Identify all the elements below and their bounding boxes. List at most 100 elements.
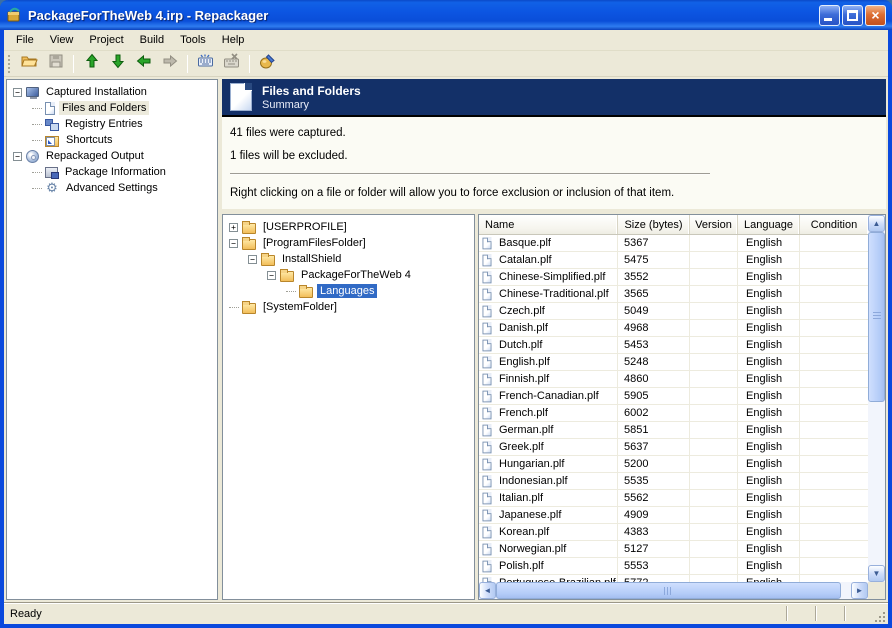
toolbar-separator: [187, 55, 188, 73]
file-icon: [483, 390, 492, 402]
collapse-icon[interactable]: −: [229, 239, 238, 248]
build-button[interactable]: [193, 52, 218, 75]
menu-view[interactable]: View: [42, 31, 82, 49]
file-condition-cell: [800, 473, 868, 489]
table-row[interactable]: German.plf5851English: [479, 422, 868, 439]
table-row[interactable]: Chinese-Simplified.plf3552English: [479, 269, 868, 286]
document-icon: [45, 102, 55, 115]
file-icon: [483, 356, 492, 368]
collapse-icon[interactable]: −: [248, 255, 257, 264]
file-size-cell: 5049: [618, 303, 690, 319]
table-row[interactable]: Italian.plf5562English: [479, 490, 868, 507]
shortcut-folder-icon: [45, 136, 59, 147]
maximize-button[interactable]: [842, 5, 863, 26]
file-name-cell: Finnish.plf: [479, 371, 618, 387]
table-row[interactable]: Chinese-Traditional.plf3565English: [479, 286, 868, 303]
column-header-language[interactable]: Language: [738, 215, 800, 234]
column-header-condition[interactable]: Condition: [800, 215, 868, 234]
file-icon: [483, 526, 492, 538]
sidebar-label[interactable]: Advanced Settings: [63, 181, 161, 195]
file-name-cell: Chinese-Simplified.plf: [479, 269, 618, 285]
file-size-cell: 5200: [618, 456, 690, 472]
table-row[interactable]: Danish.plf4968English: [479, 320, 868, 337]
cancel-build-button[interactable]: [219, 52, 244, 75]
save-button[interactable]: [43, 52, 68, 75]
folder-tree-label[interactable]: PackageForTheWeb 4: [298, 268, 414, 282]
table-row[interactable]: Korean.plf4383English: [479, 524, 868, 541]
file-name: Chinese-Traditional.plf: [499, 288, 609, 300]
close-button[interactable]: ×: [865, 5, 886, 26]
table-row[interactable]: French.plf6002English: [479, 405, 868, 422]
folder-tree-label[interactable]: [ProgramFilesFolder]: [260, 236, 369, 250]
folder-tree-label[interactable]: [SystemFolder]: [260, 300, 340, 314]
table-row[interactable]: Hungarian.plf5200English: [479, 456, 868, 473]
folder-tree-label[interactable]: Languages: [317, 284, 377, 298]
menu-file[interactable]: File: [8, 31, 42, 49]
status-bar: Ready: [4, 602, 888, 624]
open-button[interactable]: [17, 52, 42, 75]
sidebar-label[interactable]: Shortcuts: [63, 133, 115, 147]
folder-tree-label[interactable]: InstallShield: [279, 252, 344, 266]
menu-tools[interactable]: Tools: [172, 31, 214, 49]
file-name: Finnish.plf: [499, 373, 549, 385]
menu-project[interactable]: Project: [81, 31, 131, 49]
move-down-button[interactable]: [105, 52, 130, 75]
toolbar-grip[interactable]: [8, 55, 12, 73]
title-bar[interactable]: PackageForTheWeb 4.irp - Repackager ×: [0, 0, 892, 30]
table-row[interactable]: French-Canadian.plf5905English: [479, 388, 868, 405]
collapse-icon[interactable]: −: [13, 152, 22, 161]
expand-icon[interactable]: +: [229, 223, 238, 232]
table-row[interactable]: Czech.plf5049English: [479, 303, 868, 320]
menu-build[interactable]: Build: [132, 31, 172, 49]
column-header-version[interactable]: Version: [690, 215, 738, 234]
sidebar-label[interactable]: Files and Folders: [59, 101, 149, 115]
tree-connector: [32, 172, 42, 173]
vertical-scrollbar[interactable]: ▲ ▼: [868, 215, 885, 582]
file-name: Chinese-Simplified.plf: [499, 271, 605, 283]
horizontal-scrollbar[interactable]: ◄ ►: [479, 582, 868, 599]
file-name-cell: Chinese-Traditional.plf: [479, 286, 618, 302]
file-name: French.plf: [499, 407, 548, 419]
menu-help[interactable]: Help: [214, 31, 253, 49]
table-row[interactable]: Portuguese-Brazilian.plf5772English: [479, 575, 868, 582]
scroll-down-button[interactable]: ▼: [868, 565, 885, 582]
file-language-cell: English: [738, 507, 800, 523]
collapse-icon[interactable]: −: [267, 271, 276, 280]
scroll-right-button[interactable]: ►: [851, 582, 868, 599]
file-name-cell: English.plf: [479, 354, 618, 370]
sidebar-label[interactable]: Captured Installation: [43, 85, 150, 99]
table-row[interactable]: Indonesian.plf5535English: [479, 473, 868, 490]
sidebar-label[interactable]: Registry Entries: [62, 117, 146, 131]
forward-button[interactable]: [157, 52, 182, 75]
table-row[interactable]: Polish.plf5553English: [479, 558, 868, 575]
table-row[interactable]: Finnish.plf4860English: [479, 371, 868, 388]
file-size-cell: 5553: [618, 558, 690, 574]
horizontal-scroll-thumb[interactable]: [496, 582, 841, 599]
column-header-name[interactable]: Name: [479, 215, 618, 234]
sidebar-label[interactable]: Package Information: [62, 165, 169, 179]
collapse-icon[interactable]: −: [13, 88, 22, 97]
folder-tree-label[interactable]: [USERPROFILE]: [260, 220, 350, 234]
table-row[interactable]: English.plf5248English: [479, 354, 868, 371]
table-row[interactable]: Greek.plf5637English: [479, 439, 868, 456]
file-icon: [483, 254, 492, 266]
scroll-left-button[interactable]: ◄: [479, 582, 496, 599]
vertical-scroll-thumb[interactable]: [868, 232, 885, 402]
back-button[interactable]: [131, 52, 156, 75]
table-row[interactable]: Catalan.plf5475English: [479, 252, 868, 269]
table-row[interactable]: Norwegian.plf5127English: [479, 541, 868, 558]
sidebar-label[interactable]: Repackaged Output: [43, 149, 147, 163]
repackage-button[interactable]: [255, 52, 280, 75]
move-up-button[interactable]: [79, 52, 104, 75]
column-header-size-bytes[interactable]: Size (bytes): [618, 215, 690, 234]
table-row[interactable]: Dutch.plf5453English: [479, 337, 868, 354]
file-condition-cell: [800, 388, 868, 404]
file-condition-cell: [800, 337, 868, 353]
table-row[interactable]: Japanese.plf4909English: [479, 507, 868, 524]
table-row[interactable]: Basque.plf5367English: [479, 235, 868, 252]
package-paint-icon: [259, 53, 276, 74]
resize-grip[interactable]: [873, 610, 887, 624]
minimize-button[interactable]: [819, 5, 840, 26]
navigation-tree: − Captured Installation Files and Folders R…: [6, 79, 218, 600]
scroll-up-button[interactable]: ▲: [868, 215, 885, 232]
